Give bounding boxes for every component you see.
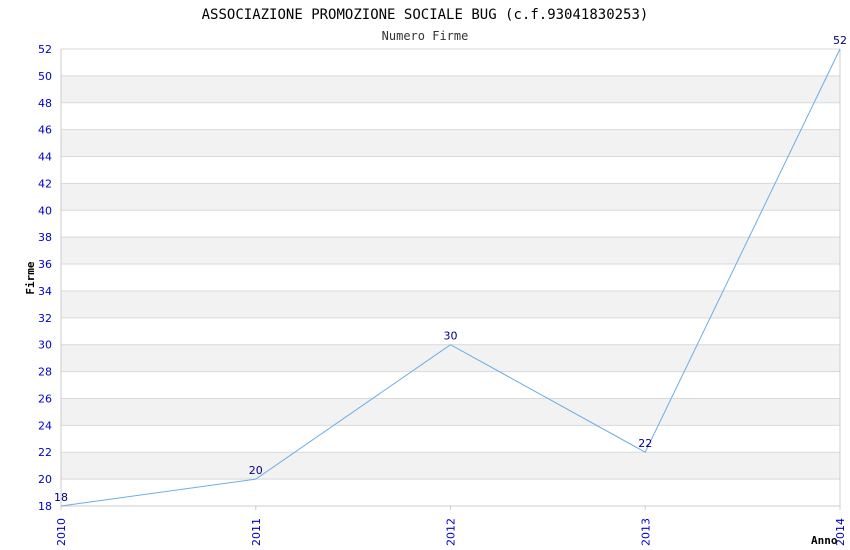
data-label: 52 [833,34,847,47]
y-tick-label: 50 [38,70,52,83]
y-tick-label: 42 [38,177,52,190]
y-tick-label: 28 [38,366,52,379]
y-tick-label: 24 [38,419,52,432]
plot-band [61,344,840,372]
y-tick-label: 52 [38,43,52,56]
plot-bands [61,49,840,506]
data-label: 22 [638,437,652,450]
plot-band [61,479,840,506]
y-tick-labels: 18 20 22 24 26 28 30 32 34 36 38 40 42 44 46 48 50 52 [38,43,52,513]
plot-band [61,156,840,184]
y-tick-label: 36 [38,258,52,271]
x-tick-label: 2010 [55,518,68,546]
data-label: 18 [54,491,68,504]
chart-subtitle: Numero Firme [382,29,469,43]
y-axis-label: Firme [24,261,37,294]
plot-band [61,425,840,453]
x-tick-label: 2013 [639,518,652,546]
y-tick-label: 30 [38,339,52,352]
plot-band [61,183,840,211]
y-tick-label: 46 [38,124,52,137]
x-tick-label: 2012 [445,518,458,546]
plot-band [61,237,840,265]
plot-band [61,210,840,238]
data-label: 30 [444,330,458,343]
chart-title: ASSOCIAZIONE PROMOZIONE SOCIALE BUG (c.f… [202,7,649,23]
y-tick-label: 38 [38,231,52,244]
y-tick-label: 26 [38,392,52,405]
plot-band [61,49,840,76]
y-tick-label: 44 [38,151,52,164]
y-tick-label: 22 [38,446,52,459]
plot-band [61,75,840,103]
plot-band [61,371,840,399]
plot-band [61,129,840,157]
data-label: 20 [249,464,263,477]
plot-band [61,290,840,318]
y-tick-label: 18 [38,500,52,513]
y-tick-label: 20 [38,473,52,486]
chart: 182022242628303234363840424446485052 201… [24,7,847,547]
y-tick-label: 48 [38,97,52,110]
y-tick-label: 32 [38,312,52,325]
plot-band [61,452,840,480]
plot-band [61,102,840,130]
plot-band [61,398,840,426]
x-axis-label: Anno [811,534,838,547]
plot-band [61,264,840,291]
x-tick-label: 2011 [250,518,263,546]
y-tick-label: 34 [38,285,52,298]
x-tick-labels: 2010 2011 2012 2013 2014 [55,506,847,546]
y-tick-label: 40 [38,204,52,217]
